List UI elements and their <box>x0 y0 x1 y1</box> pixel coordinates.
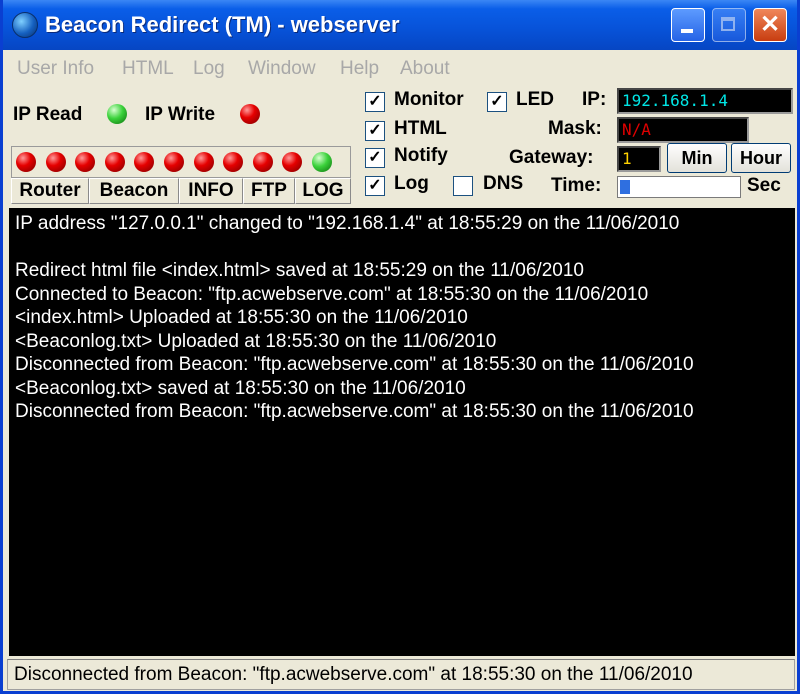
title-bar[interactable]: Beacon Redirect (TM) - webserver ✕ <box>3 0 797 50</box>
gateway-field[interactable]: 1 <box>617 146 661 172</box>
menu-about[interactable]: About <box>400 58 450 80</box>
menu-window[interactable]: Window <box>248 58 316 80</box>
led-label: LED <box>516 89 554 110</box>
menu-bar: User Info HTML Log Window Help About <box>3 50 797 86</box>
log-line: Disconnected from Beacon: "ftp.acwebserv… <box>15 354 694 375</box>
dns-label: DNS <box>483 173 524 194</box>
tab-beacon[interactable]: Beacon <box>89 178 179 204</box>
log-output[interactable]: IP address "127.0.0.1" changed to "192.1… <box>9 208 795 656</box>
mask-field[interactable]: N/A <box>617 117 749 143</box>
time-unit-label: Sec <box>747 175 781 196</box>
log-line: <index.html> Uploaded at 18:55:30 on the… <box>15 307 468 328</box>
time-progress-bar <box>617 176 741 198</box>
status-led-icon <box>312 152 332 172</box>
status-bar: Disconnected from Beacon: "ftp.acwebserv… <box>7 659 795 690</box>
globe-icon[interactable] <box>12 12 38 38</box>
status-led-icon <box>252 152 273 172</box>
window-title: Beacon Redirect (TM) - webserver <box>45 12 400 37</box>
menu-log[interactable]: Log <box>193 58 225 80</box>
status-led-icon <box>45 152 66 172</box>
tab-log[interactable]: LOG <box>295 178 351 204</box>
gateway-label: Gateway: <box>509 147 594 168</box>
status-led-icon <box>164 152 184 172</box>
html-label: HTML <box>394 118 447 139</box>
log-line: Connected to Beacon: "ftp.acwebserve.com… <box>15 283 649 305</box>
ip-field[interactable]: 192.168.1.4 <box>617 88 793 114</box>
app-window: Beacon Redirect (TM) - webserver ✕ User … <box>0 0 800 694</box>
log-line: <Beaconlog.txt> saved at 18:55:30 on the… <box>15 377 466 399</box>
tab-router[interactable]: Router <box>11 178 89 204</box>
time-progress-fill <box>620 180 630 194</box>
log-line: Redirect html file <index.html> saved at… <box>15 260 584 281</box>
menu-user-info[interactable]: User Info <box>17 58 94 80</box>
monitor-label: Monitor <box>394 89 464 110</box>
close-button[interactable]: ✕ <box>753 8 787 42</box>
led-checkbox[interactable]: ✓ <box>487 92 507 112</box>
ip-read-led-icon <box>107 104 127 124</box>
status-led-icon <box>104 152 125 172</box>
mask-label: Mask: <box>548 118 602 139</box>
status-led-icon <box>16 152 36 172</box>
time-label: Time: <box>551 175 602 196</box>
tab-info[interactable]: INFO <box>179 178 243 204</box>
ip-write-led-icon <box>240 104 260 124</box>
ip-write-label: IP Write <box>145 104 216 125</box>
min-button[interactable]: Min <box>667 143 727 173</box>
ip-label: IP: <box>582 89 607 110</box>
ip-read-label: IP Read <box>13 104 83 125</box>
menu-html[interactable]: HTML <box>122 58 174 80</box>
hour-button[interactable]: Hour <box>731 143 791 173</box>
notify-label: Notify <box>394 145 448 166</box>
log-line: IP address "127.0.0.1" changed to "192.1… <box>15 213 680 234</box>
log-checkbox[interactable]: ✓ <box>365 176 385 196</box>
log-line: Disconnected from Beacon: "ftp.acwebserv… <box>15 401 694 422</box>
status-led-icon <box>193 152 214 172</box>
notify-checkbox[interactable]: ✓ <box>365 148 385 168</box>
log-label: Log <box>394 173 429 194</box>
maximize-button[interactable] <box>712 8 746 42</box>
menu-help[interactable]: Help <box>340 58 379 80</box>
minimize-button[interactable] <box>671 8 705 42</box>
dns-checkbox[interactable] <box>453 176 473 196</box>
monitor-checkbox[interactable]: ✓ <box>365 92 385 112</box>
html-checkbox[interactable]: ✓ <box>365 121 385 141</box>
log-line: <Beaconlog.txt> Uploaded at 18:55:30 on … <box>15 330 497 352</box>
close-icon: ✕ <box>759 11 781 38</box>
tab-ftp[interactable]: FTP <box>243 178 295 204</box>
